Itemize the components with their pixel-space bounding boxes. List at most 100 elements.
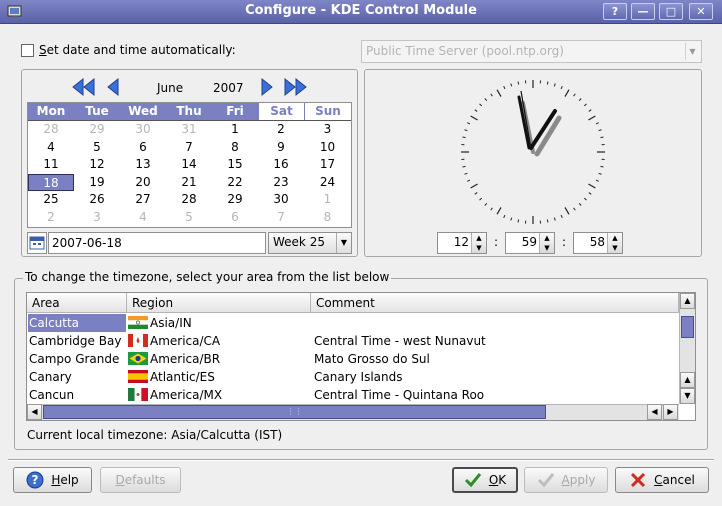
brazil-flag-icon <box>128 352 148 365</box>
column-comment[interactable]: Comment <box>311 293 679 313</box>
calendar-day[interactable]: 11 <box>28 156 74 173</box>
prev-month-icon[interactable] <box>106 77 120 97</box>
help-button[interactable]: ? Help <box>13 467 92 493</box>
auto-time-checkbox[interactable] <box>21 44 34 57</box>
timezone-row[interactable]: Campo Grande America/BR Mato Grosso do Sul <box>28 350 679 368</box>
next-year-icon[interactable] <box>283 77 307 97</box>
calendar-day[interactable]: 2 <box>258 121 304 138</box>
calendar-day[interactable]: 25 <box>28 191 74 208</box>
calendar-weekday-header: Mon Tue Wed Thu Fri Sat Sun <box>28 103 351 120</box>
calendar-day[interactable]: 6 <box>120 139 166 156</box>
clock-tick <box>496 207 502 215</box>
calendar-day[interactable]: 14 <box>166 156 212 173</box>
prev-year-icon[interactable] <box>72 77 96 97</box>
checkmark-icon <box>537 471 555 489</box>
date-input[interactable]: 2007-06-18 <box>48 232 266 254</box>
clock-tick <box>462 165 466 168</box>
vertical-scroll-thumb[interactable] <box>681 316 694 338</box>
cell-comment: Mato Grosso do Sul <box>314 352 430 366</box>
spin-down-icon[interactable]: ▼ <box>608 243 622 253</box>
calendar-day[interactable]: 1 <box>212 121 258 138</box>
column-region[interactable]: Region <box>127 293 311 313</box>
calendar-day[interactable]: 5 <box>166 209 212 226</box>
weekday-wed: Wed <box>128 104 158 118</box>
spin-up-icon[interactable]: ▲ <box>472 233 486 243</box>
week-combo[interactable]: Week 25 ▼ <box>268 232 352 254</box>
calendar-day[interactable]: 8 <box>304 209 351 226</box>
maximize-button[interactable]: □ <box>659 3 683 20</box>
scroll-down-icon[interactable]: ▼ <box>680 388 695 404</box>
calendar-day[interactable]: 17 <box>304 156 351 173</box>
auto-time-label[interactable]: Set date and time automatically: <box>39 43 236 57</box>
minute-spinbox[interactable]: 59 ▲ ▼ <box>505 232 555 254</box>
calendar-day[interactable]: 31 <box>166 121 212 138</box>
scroll-up-icon[interactable]: ▲ <box>680 372 695 388</box>
calendar-day[interactable]: 4 <box>28 139 74 156</box>
clock-tick <box>600 165 604 168</box>
calendar-day[interactable]: 4 <box>120 209 166 226</box>
calendar-day[interactable]: 5 <box>74 139 120 156</box>
calendar-day[interactable]: 19 <box>74 174 120 191</box>
weekday-thu: Thu <box>176 104 202 118</box>
calendar-day[interactable]: 30 <box>258 191 304 208</box>
spin-down-icon[interactable]: ▼ <box>540 243 554 253</box>
column-area[interactable]: Area <box>27 293 127 313</box>
calendar-day[interactable]: 1 <box>304 191 351 208</box>
date-field-icon-box[interactable] <box>27 232 47 254</box>
scroll-up-icon[interactable]: ▲ <box>680 293 695 309</box>
hour-spinbox[interactable]: 12 ▲ ▼ <box>437 232 487 254</box>
spin-down-icon[interactable]: ▼ <box>472 243 486 253</box>
calendar-day[interactable]: 7 <box>258 209 304 226</box>
second-spinbox[interactable]: 58 ▲ ▼ <box>573 232 623 254</box>
calendar-day[interactable]: 6 <box>212 209 258 226</box>
scroll-right-icon[interactable]: ▶ <box>663 404 678 420</box>
calendar-day[interactable]: 16 <box>258 156 304 173</box>
calendar-day[interactable]: 9 <box>258 139 304 156</box>
calendar-day[interactable]: 22 <box>212 174 258 191</box>
spin-up-icon[interactable]: ▲ <box>540 233 554 243</box>
next-month-icon[interactable] <box>260 77 274 97</box>
calendar-day[interactable]: 24 <box>304 174 351 191</box>
clock-tick <box>573 93 576 97</box>
apply-label: Apply <box>561 473 596 487</box>
close-button[interactable]: ✕ <box>689 3 713 20</box>
time-server-combo[interactable]: Public Time Server (pool.ntp.org) ▼ <box>361 40 702 63</box>
apply-button[interactable]: Apply <box>524 467 608 493</box>
calendar-day[interactable]: 27 <box>120 191 166 208</box>
calendar-day[interactable]: 3 <box>74 209 120 226</box>
scroll-left-icon[interactable]: ◀ <box>27 404 42 420</box>
calendar-day[interactable]: 10 <box>304 139 351 156</box>
calendar-day[interactable]: 15 <box>212 156 258 173</box>
calendar-day[interactable]: 20 <box>120 174 166 191</box>
scroll-left-icon[interactable]: ◀ <box>647 404 662 420</box>
calendar-day[interactable]: 29 <box>212 191 258 208</box>
calendar-year[interactable]: 2007 <box>213 81 244 95</box>
timezone-row[interactable]: Cambridge Bay America/CA Central Time - we… <box>28 332 679 350</box>
cancel-button[interactable]: Cancel <box>615 467 709 493</box>
horizontal-scroll-thumb[interactable]: ⋮⋮ <box>43 405 546 419</box>
timezone-row[interactable]: Cancun America/MX Central Time - Quintana … <box>28 386 679 404</box>
spin-up-icon[interactable]: ▲ <box>608 233 622 243</box>
calendar-day[interactable]: 8 <box>212 139 258 156</box>
clock-tick <box>474 109 478 112</box>
calendar-day[interactable]: 7 <box>166 139 212 156</box>
calendar-day[interactable]: 29 <box>74 121 120 138</box>
timezone-row[interactable]: Canary Atlantic/ES Canary Islands <box>28 368 679 386</box>
calendar-day[interactable]: 26 <box>74 191 120 208</box>
calendar-day[interactable]: 30 <box>120 121 166 138</box>
calendar-day[interactable]: 3 <box>304 121 351 138</box>
help-title-button[interactable]: ? <box>603 3 627 20</box>
calendar-day[interactable]: 18 <box>28 173 74 191</box>
calendar-day[interactable]: 2 <box>28 209 74 226</box>
calendar-day[interactable]: 23 <box>258 174 304 191</box>
calendar-day[interactable]: 28 <box>166 191 212 208</box>
calendar-day[interactable]: 12 <box>74 156 120 173</box>
calendar-day[interactable]: 13 <box>120 156 166 173</box>
defaults-button[interactable]: Defaults <box>100 467 181 493</box>
calendar-month[interactable]: June <box>157 81 183 95</box>
calendar-day[interactable]: 28 <box>28 121 74 138</box>
calendar-day[interactable]: 21 <box>166 174 212 191</box>
minimize-button[interactable]: — <box>631 3 655 20</box>
ok-button[interactable]: OK <box>452 467 518 493</box>
timezone-row[interactable]: Calcutta Asia/IN <box>28 314 679 332</box>
